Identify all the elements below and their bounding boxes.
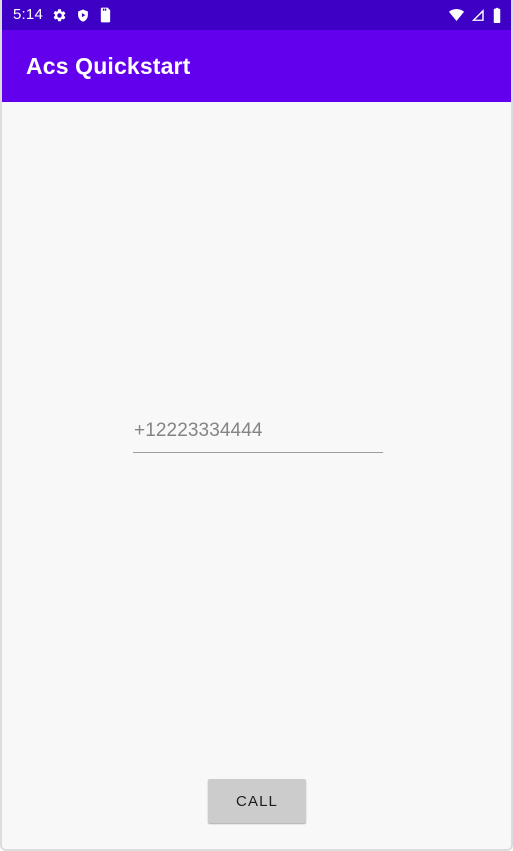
status-bar-right-group	[448, 7, 502, 24]
app-bar-title: Acs Quickstart	[26, 52, 191, 79]
battery-full-icon	[492, 7, 502, 24]
app-content-area: CALL	[2, 102, 511, 849]
status-bar: 5:14	[2, 0, 511, 30]
status-bar-clock: 5:14	[13, 6, 43, 23]
phone-number-input[interactable]	[133, 418, 383, 452]
phone-number-field-group	[133, 418, 383, 453]
app-bar: Acs Quickstart	[2, 30, 511, 102]
android-device-screen: 5:14 Acs Quickstart +12223334444 CALL	[0, 0, 513, 851]
phone-number-input-underline	[133, 452, 383, 453]
status-bar-left-group: 5:14	[13, 7, 112, 23]
sim-card-icon	[99, 7, 112, 23]
play-protect-shield-icon	[76, 8, 90, 23]
call-button[interactable]: CALL	[208, 779, 306, 823]
settings-gear-icon	[52, 8, 67, 23]
wifi-icon	[448, 8, 465, 22]
cellular-signal-icon	[471, 8, 486, 22]
